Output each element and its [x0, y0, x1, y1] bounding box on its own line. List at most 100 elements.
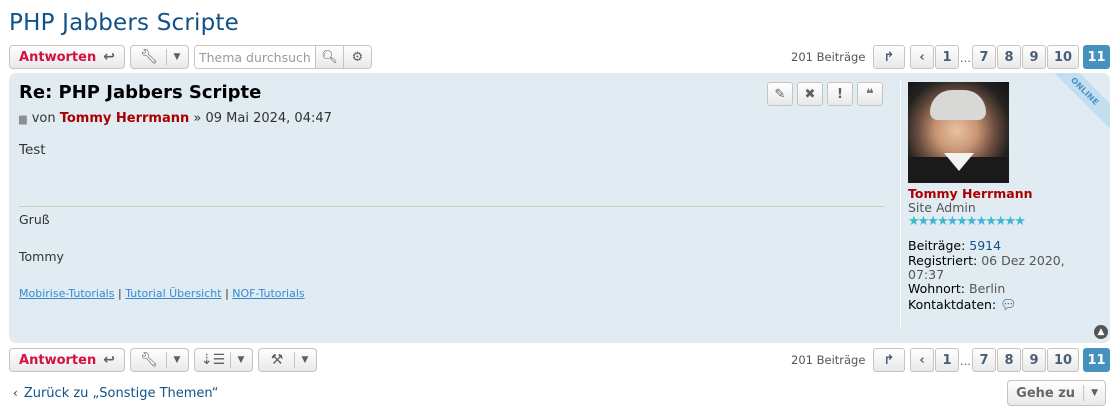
caret-down-icon: ▼: [1091, 388, 1099, 398]
signature-greeting: Gruß: [19, 212, 50, 227]
chevron-left-icon: ‹: [919, 352, 925, 368]
delete-button[interactable]: ✖: [797, 82, 823, 106]
link-tutorial-uebersicht[interactable]: Tutorial Übersicht: [125, 287, 221, 300]
post-actions: ✎ ✖ ! ❝: [767, 82, 883, 106]
sort-icon: ⇣☰: [200, 352, 226, 368]
gavel-icon: ⚒: [270, 352, 284, 368]
link-separator: |: [117, 287, 122, 300]
profile-location: Wohnort: Berlin: [908, 282, 1005, 296]
location-label: Wohnort:: [908, 281, 966, 296]
wrench-icon: 🔧︎: [140, 352, 158, 368]
jump-to-page-button-bottom[interactable]: ↱: [873, 348, 905, 372]
page-11-current: 11: [1083, 45, 1110, 69]
quote-icon: ❝: [866, 86, 874, 102]
avatar[interactable]: [908, 82, 1009, 183]
reply-button-bottom[interactable]: Antworten ↩: [9, 348, 125, 372]
contact-label: Kontaktdaten:: [908, 297, 997, 312]
registered-date: 06 Dez 2020,: [981, 253, 1065, 268]
registered-time: 07:37: [908, 267, 945, 282]
caret-down-icon: ▼: [173, 355, 181, 365]
post-count-bottom: 201 Beiträge: [791, 353, 866, 367]
page-8[interactable]: 8: [997, 348, 1021, 372]
reply-arrow-icon: ↩: [103, 352, 115, 368]
topic-search: 🔍︎ ⚙: [194, 45, 372, 69]
registered-label: Registriert:: [908, 253, 978, 268]
reply-button-label: Antworten: [19, 352, 97, 368]
page-1[interactable]: 1: [935, 348, 959, 372]
caret-down-icon: ▼: [301, 355, 309, 365]
speech-bubble-icon[interactable]: 💬︎: [1000, 298, 1017, 313]
chevron-left-icon: ‹: [13, 386, 18, 400]
pagination-ellipsis: …: [960, 355, 971, 368]
advanced-search-button[interactable]: ⚙: [343, 46, 371, 68]
prev-page-button-bottom[interactable]: ‹: [910, 348, 934, 372]
rank-stars-icon: ★★★★★★★★★★★★: [908, 214, 1026, 229]
link-separator: |: [225, 287, 229, 300]
post: Re: PHP Jabbers Scripte ▆ von Tommy Herrm…: [9, 73, 1110, 343]
avatar-hair: [930, 90, 986, 120]
topic-tools-dropdown[interactable]: 🔧︎ ▼: [130, 45, 189, 69]
link-mobirise-tutorials[interactable]: Mobirise-Tutorials: [19, 287, 114, 300]
topic-tools-dropdown-bottom[interactable]: 🔧︎ ▼: [130, 348, 189, 372]
post-title[interactable]: Re: PHP Jabbers Scripte: [19, 82, 261, 103]
close-icon: ✖: [804, 86, 816, 102]
chevron-left-icon: ‹: [919, 49, 925, 65]
signature-links: Mobirise-Tutorials | Tutorial Übersicht …: [19, 287, 305, 300]
search-icon: 🔍︎: [321, 49, 338, 65]
page-8[interactable]: 8: [997, 45, 1021, 69]
reply-button[interactable]: Antworten ↩: [9, 45, 125, 69]
search-button[interactable]: 🔍︎: [315, 46, 343, 68]
back-link-label: Zurück zu „Sonstige Themen“: [23, 386, 219, 401]
posts-count-link[interactable]: 5914: [969, 238, 1001, 253]
post-date: » 09 Mai 2024, 04:47: [193, 111, 332, 126]
goto-label: Gehe zu: [1016, 385, 1076, 401]
exclamation-icon: !: [837, 86, 843, 102]
page-10[interactable]: 10: [1047, 348, 1079, 372]
moderation-dropdown[interactable]: ⚒ ▼: [258, 348, 317, 372]
page-9[interactable]: 9: [1022, 45, 1046, 69]
wrench-icon: 🔧︎: [140, 49, 158, 65]
prev-page-button[interactable]: ‹: [910, 45, 934, 69]
page-7[interactable]: 7: [972, 45, 996, 69]
post-count: 201 Beiträge: [791, 50, 866, 64]
caret-down-icon: ▼: [173, 52, 181, 62]
caret-down-icon: ▼: [237, 355, 245, 365]
profile-divider: [900, 81, 901, 329]
pencil-icon: ✎: [774, 86, 786, 102]
signature-divider: [19, 206, 884, 207]
page-10[interactable]: 10: [1047, 45, 1079, 69]
report-button[interactable]: !: [827, 82, 853, 106]
post-byline: ▆ von Tommy Herrmann » 09 Mai 2024, 04:47: [19, 111, 332, 126]
share-arrow-icon: ↱: [883, 352, 895, 368]
page-9[interactable]: 9: [1022, 348, 1046, 372]
jump-to-page-button[interactable]: ↱: [873, 45, 905, 69]
quote-button[interactable]: ❝: [857, 82, 883, 106]
share-arrow-icon: ↱: [883, 49, 895, 65]
profile-registered-time: 07:37: [908, 268, 944, 282]
search-input[interactable]: [195, 46, 315, 68]
online-badge: ONLINE: [1039, 73, 1110, 137]
location-value: Berlin: [969, 281, 1006, 296]
back-to-forum-link[interactable]: ‹ Zurück zu „Sonstige Themen“: [13, 386, 218, 401]
signature-name: Tommy: [19, 249, 64, 264]
page-7[interactable]: 7: [972, 348, 996, 372]
profile-contact: Kontaktdaten: 💬︎: [908, 298, 1017, 313]
reply-button-label: Antworten: [19, 49, 97, 65]
profile-username[interactable]: Tommy Herrmann: [908, 186, 1033, 201]
profile-posts: Beiträge: 5914: [908, 239, 1001, 253]
page-1[interactable]: 1: [935, 45, 959, 69]
byline-prefix: von: [31, 111, 56, 126]
back-to-top-icon[interactable]: ▲: [1094, 325, 1108, 339]
link-nof-tutorials[interactable]: NOF-Tutorials: [232, 287, 304, 300]
post-link-icon[interactable]: ▆: [19, 114, 27, 125]
goto-dropdown[interactable]: Gehe zu ▼: [1007, 380, 1106, 406]
post-author-link[interactable]: Tommy Herrmann: [60, 111, 190, 126]
posts-label: Beiträge:: [908, 238, 966, 253]
pagination-ellipsis: …: [960, 52, 971, 65]
sort-dropdown[interactable]: ⇣☰ ▼: [194, 348, 253, 372]
edit-button[interactable]: ✎: [767, 82, 793, 106]
post-content: Test: [19, 142, 46, 158]
profile-registered: Registriert: 06 Dez 2020,: [908, 254, 1065, 268]
page-title[interactable]: PHP Jabbers Scripte: [9, 10, 239, 36]
gear-icon: ⚙: [351, 49, 364, 65]
